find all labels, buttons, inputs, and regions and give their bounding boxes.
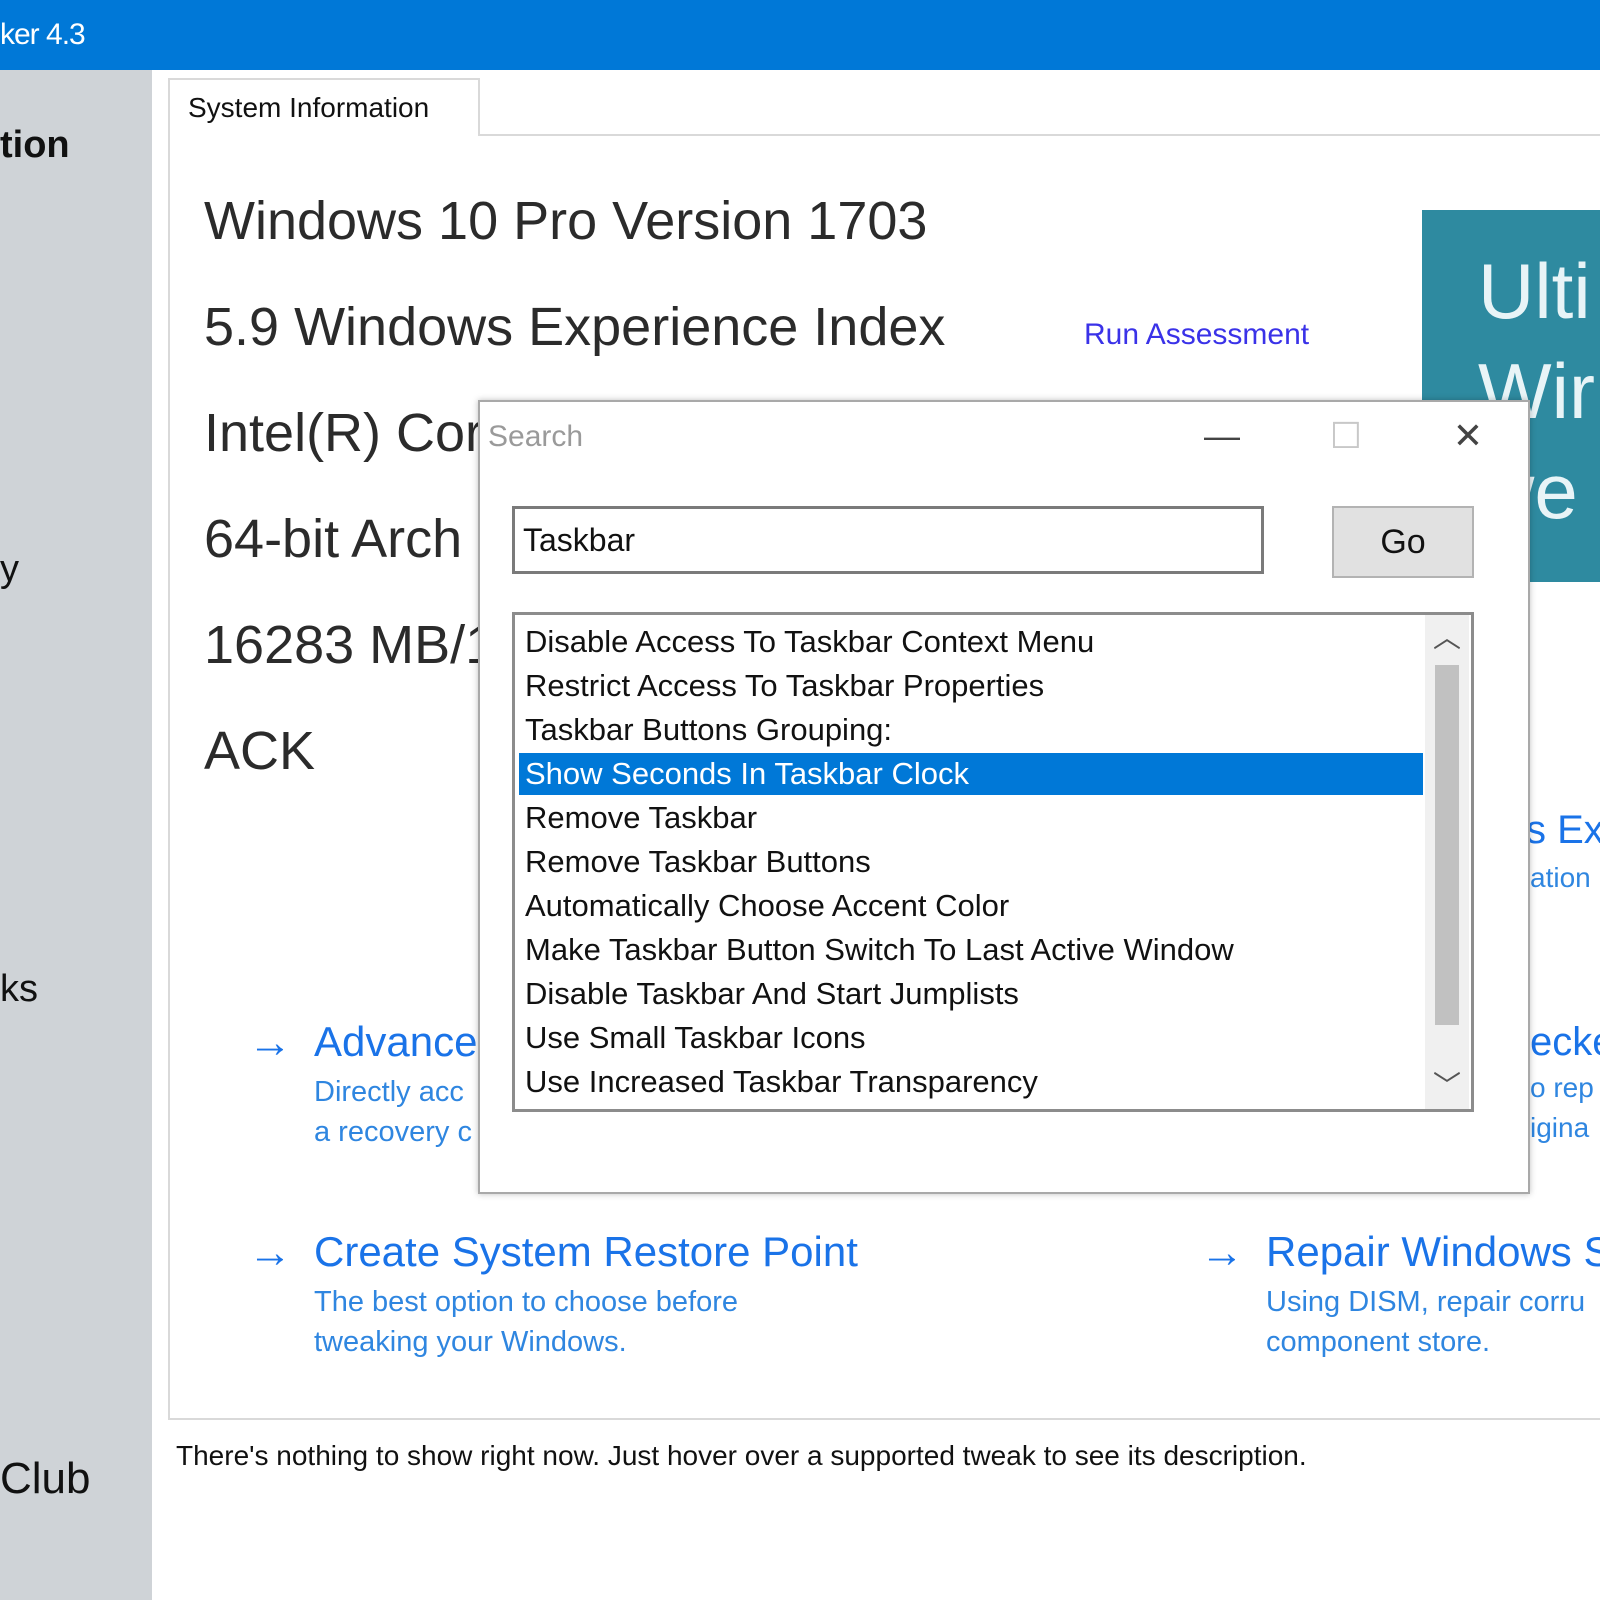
architecture-info: 64-bit Arch xyxy=(204,509,463,569)
windows-experience-link[interactable]: s Exp xyxy=(1526,808,1600,853)
maximize-icon[interactable]: ☐ xyxy=(1316,414,1376,458)
action-description: The best option to choose before tweaking… xyxy=(314,1286,739,1358)
list-scrollbar[interactable]: ︿ ﹀ xyxy=(1425,615,1469,1109)
window-title: ker 4.3 xyxy=(0,18,86,51)
tab-label: System Information xyxy=(188,92,430,123)
title-bar: ker 4.3 xyxy=(0,0,1600,70)
checker-desc-1: o rep xyxy=(1530,1072,1594,1103)
tab-system-information[interactable]: System Information xyxy=(168,78,480,136)
list-item[interactable]: Disable Access To Taskbar Context Menu xyxy=(519,621,1423,663)
list-item[interactable]: Remove Taskbar Buttons xyxy=(519,841,1423,883)
scroll-down-icon[interactable]: ﹀ xyxy=(1425,1063,1469,1109)
checker-desc-2: igina xyxy=(1530,1112,1590,1143)
action-description: Using DISM, repair corru component store. xyxy=(1266,1286,1586,1358)
dialog-title: Search xyxy=(488,420,584,453)
search-results-list[interactable]: Disable Access To Taskbar Context Menu R… xyxy=(512,612,1474,1112)
go-button[interactable]: Go xyxy=(1332,506,1474,578)
tweak-description: There's nothing to show right now. Just … xyxy=(176,1440,1307,1471)
sidebar-item-y[interactable]: y xyxy=(0,548,19,591)
sidebar: tion y ks Club xyxy=(0,70,152,1600)
minimize-icon[interactable]: — xyxy=(1192,414,1252,458)
search-input[interactable] xyxy=(512,506,1264,574)
list-item[interactable]: Automatically Choose Accent Color xyxy=(519,885,1423,927)
scroll-up-icon[interactable]: ︿ xyxy=(1425,615,1469,661)
os-version: Windows 10 Pro Version 1703 xyxy=(204,191,928,251)
arrow-right-icon: → xyxy=(1200,1228,1244,1277)
scroll-thumb[interactable] xyxy=(1435,665,1459,1025)
list-item[interactable]: Restrict Access To Taskbar Properties xyxy=(519,665,1423,707)
arrow-right-icon: → xyxy=(248,1018,292,1067)
list-item[interactable]: Disable Taskbar And Start Jumplists xyxy=(519,973,1423,1015)
action-title: Repair Windows S xyxy=(1266,1228,1600,1275)
list-item[interactable]: Make Taskbar Button Switch To Last Activ… xyxy=(519,929,1423,971)
list-item[interactable]: Use Increased Taskbar Transparency xyxy=(519,1061,1423,1103)
action-description: Directly acc a recovery c xyxy=(314,1076,472,1148)
gpu-info: ACK xyxy=(204,721,316,781)
experience-index: 5.9 Windows Experience Index xyxy=(204,297,946,357)
list-item[interactable]: Taskbar Buttons Grouping: xyxy=(519,709,1423,751)
action-title: Create System Restore Point xyxy=(314,1228,858,1275)
windows-experience-desc: ation xyxy=(1530,862,1591,893)
list-item[interactable]: Use Small Taskbar Icons xyxy=(519,1017,1423,1059)
memory-info: 16283 MB/1 xyxy=(204,615,496,675)
list-item[interactable]: Remove Taskbar xyxy=(519,797,1423,839)
checker-link[interactable]: ecke xyxy=(1530,1020,1600,1065)
sidebar-item-club[interactable]: Club xyxy=(0,1454,91,1504)
run-assessment-link[interactable]: Run Assessment xyxy=(1084,318,1309,352)
sidebar-item-information[interactable]: tion xyxy=(0,124,70,167)
arrow-right-icon: → xyxy=(248,1228,292,1277)
action-title: Advance xyxy=(314,1018,478,1065)
promo-line-1: Ulti xyxy=(1478,247,1591,335)
close-icon[interactable]: ✕ xyxy=(1438,414,1498,458)
search-dialog: Search — ☐ ✕ Go Disable Access To Taskba… xyxy=(478,400,1530,1194)
list-item-selected[interactable]: Show Seconds In Taskbar Clock xyxy=(519,753,1423,795)
cpu-info: Intel(R) Cor xyxy=(204,403,484,463)
sidebar-item-ks[interactable]: ks xyxy=(0,968,38,1011)
